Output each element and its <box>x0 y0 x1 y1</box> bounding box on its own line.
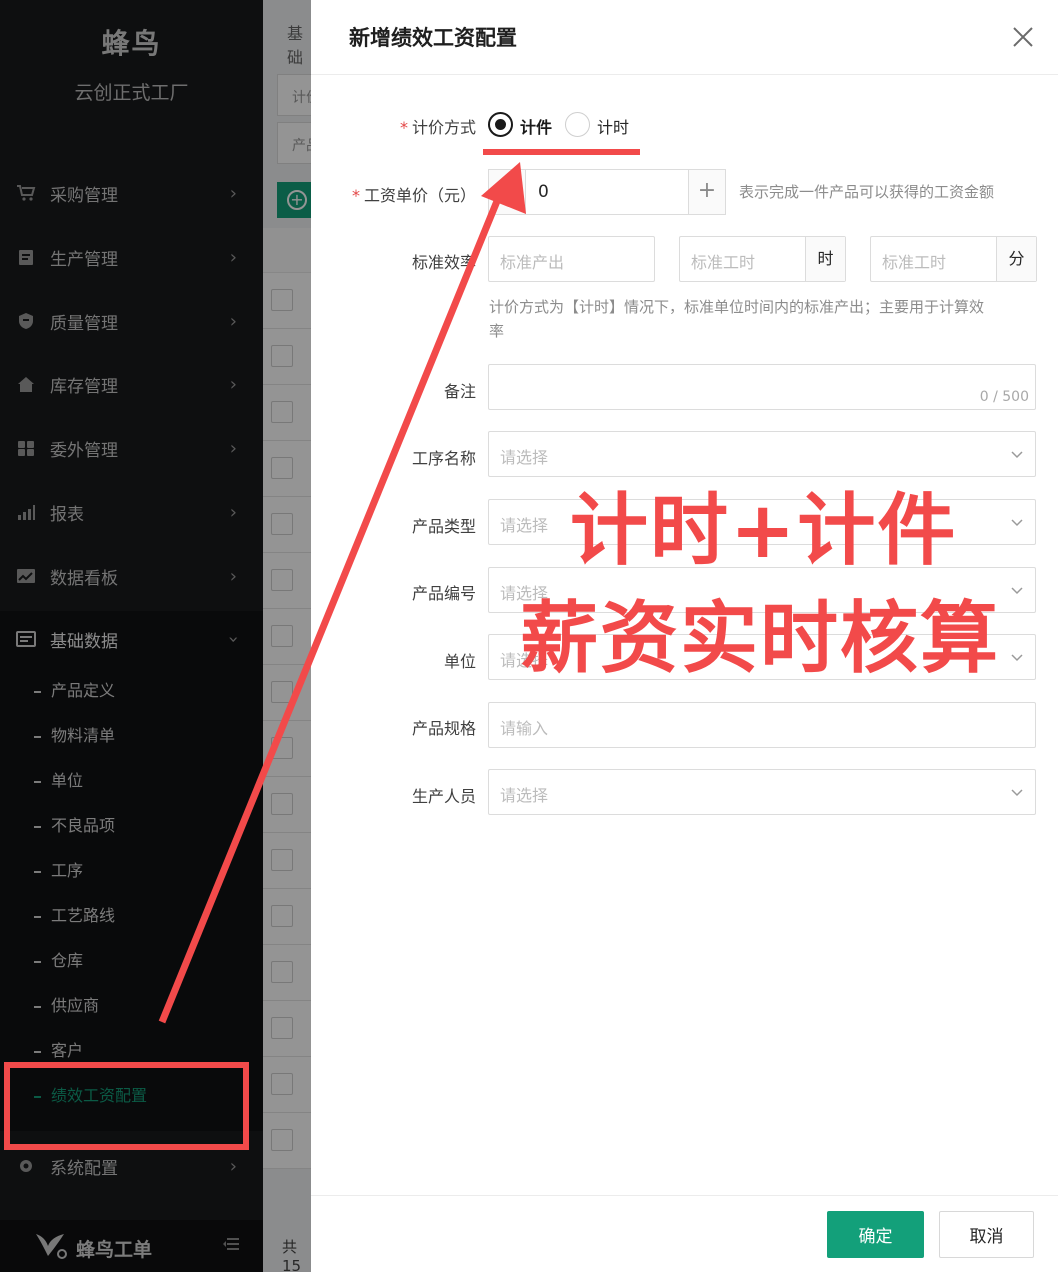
product-spec-input[interactable]: 请输入 <box>488 702 1036 748</box>
radio-label: 计时 <box>597 118 630 137</box>
modal-overlay[interactable] <box>0 0 311 1272</box>
radio-unchecked-icon <box>565 112 590 137</box>
drawer-header: 新增绩效工资配置 <box>311 0 1058 75</box>
remark-counter: 0 / 500 <box>979 389 1029 405</box>
standard-efficiency-hint-1: 计价方式为【计时】情况下，标准单位时间内的标准产出；主要用于计算效 <box>489 298 985 316</box>
producer-select[interactable]: 请选择 <box>488 769 1036 815</box>
minus-button[interactable] <box>489 170 526 214</box>
chevron-down-icon <box>1011 789 1023 797</box>
unit-wage-label: * 工资单价（元） <box>351 186 476 205</box>
unit-wage-hint: 表示完成一件产品可以获得的工资金额 <box>739 183 995 201</box>
chevron-down-icon <box>1011 519 1023 527</box>
pricing-method-label: * 计价方式 <box>399 118 476 137</box>
producer-label: 生产人员 <box>411 787 476 806</box>
standard-output-input[interactable]: 标准产出 <box>488 236 655 282</box>
product-code-label: 产品编号 <box>411 584 476 603</box>
plus-button[interactable]: + <box>688 170 725 214</box>
process-name-label: 工序名称 <box>411 449 476 468</box>
radio-label: 计件 <box>520 118 553 137</box>
product-spec-label: 产品规格 <box>411 719 476 738</box>
annotation-text-line1: 计时+计件 <box>570 486 958 576</box>
chevron-down-icon <box>1011 451 1023 459</box>
standard-minutes-input[interactable]: 标准工时 分 <box>870 236 1037 282</box>
minutes-unit-addon: 分 <box>996 237 1036 281</box>
drawer-title: 新增绩效工资配置 <box>349 26 517 50</box>
annotation-text-line2: 薪资实时核算 <box>520 594 1001 684</box>
hours-unit-addon: 时 <box>805 237 845 281</box>
remark-label: 备注 <box>443 382 476 401</box>
standard-efficiency-hint-2: 率 <box>489 322 505 340</box>
drawer-footer: 确定 取消 <box>311 1195 1058 1272</box>
chevron-down-icon <box>1011 587 1023 595</box>
unit-label: 单位 <box>443 652 476 671</box>
close-icon[interactable] <box>1008 22 1038 52</box>
unit-wage-stepper[interactable]: 0 + <box>488 169 726 215</box>
product-type-label: 产品类型 <box>411 517 476 536</box>
radio-checked-icon <box>488 112 513 137</box>
confirm-button[interactable]: 确定 <box>827 1211 924 1258</box>
remark-textarea[interactable]: 0 / 500 <box>488 364 1036 410</box>
chevron-down-icon <box>1011 654 1023 662</box>
unit-wage-value[interactable]: 0 <box>538 182 549 202</box>
cancel-button[interactable]: 取消 <box>939 1211 1034 1258</box>
standard-efficiency-label: 标准效率 <box>411 253 476 272</box>
standard-hours-input[interactable]: 标准工时 时 <box>679 236 846 282</box>
